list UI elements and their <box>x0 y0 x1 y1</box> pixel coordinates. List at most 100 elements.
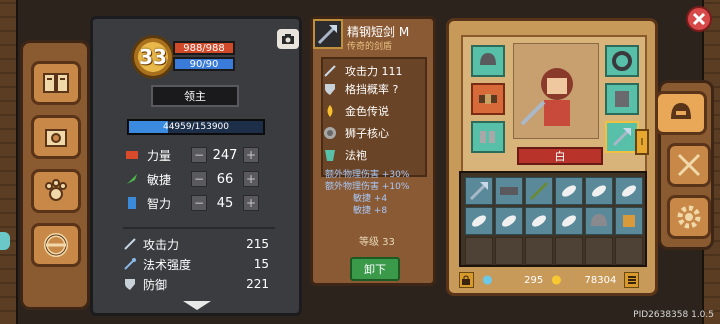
armor-icon <box>615 91 629 107</box>
inventory-slot[interactable] <box>525 207 553 235</box>
inventory-slot-empty[interactable] <box>465 237 493 265</box>
equip-slot-weapon[interactable] <box>605 121 639 153</box>
inventory-slot[interactable] <box>585 177 613 205</box>
stat-label: 攻击力 <box>143 237 180 252</box>
inventory-slot[interactable] <box>495 177 523 205</box>
right-tab-column <box>655 80 714 250</box>
divider <box>123 227 275 229</box>
inventory-slot-empty[interactable] <box>555 237 583 265</box>
inventory-slot[interactable] <box>495 207 523 235</box>
character-stats-panel: 33 988/988 90/90 领主 44959/153900 力量 − 24… <box>90 16 302 316</box>
unequip-button[interactable]: 卸下 <box>350 257 400 281</box>
attribute-label: 敏捷 <box>147 172 172 187</box>
stat-row-spell-power: 法术强度 15 <box>123 255 273 273</box>
book-icon <box>43 73 69 93</box>
tab-book[interactable] <box>31 61 81 105</box>
strength-plus-button[interactable]: + <box>243 147 259 163</box>
crossbow-icon <box>529 181 549 201</box>
intelligence-plus-button[interactable]: + <box>243 195 259 211</box>
hp-bar: 988/988 <box>173 41 235 55</box>
item-bonus: 敏捷 +8 <box>353 206 388 216</box>
tab-equipment[interactable] <box>655 91 707 135</box>
attribute-row-strength: 力量 − 247 + <box>125 145 265 165</box>
feather-icon <box>127 174 137 184</box>
attribute-row-agility: 敏捷 − 66 + <box>125 169 265 189</box>
equip-slot-boots[interactable] <box>471 121 505 153</box>
feather-icon <box>472 215 486 227</box>
sort-icon <box>627 276 636 284</box>
stat-value: 215 <box>246 237 269 251</box>
inventory-slot[interactable] <box>555 207 583 235</box>
inventory-slot[interactable] <box>555 177 583 205</box>
axe-icon <box>469 182 488 201</box>
helmet-icon <box>591 214 607 226</box>
helmet-icon <box>480 53 496 65</box>
wood-frame-left <box>0 0 18 324</box>
item-grade: 等级 33 <box>359 237 395 248</box>
agility-plus-button[interactable]: + <box>243 171 259 187</box>
gold-coin-icon <box>552 275 562 285</box>
build-id: PID2638358 1.0.5 <box>633 310 714 320</box>
hp-value: 988/988 <box>183 42 225 54</box>
attribute-value: 247 <box>212 147 238 163</box>
mp-bar: 90/90 <box>173 57 235 71</box>
gauntlet-icon <box>623 215 635 227</box>
lock-button[interactable] <box>459 272 474 288</box>
sword-icon <box>124 238 136 250</box>
page-marker[interactable]: I <box>635 129 649 155</box>
equip-slot-armor[interactable] <box>605 83 639 115</box>
screenshot-button[interactable] <box>277 29 299 49</box>
side-drawer-handle[interactable] <box>0 232 10 250</box>
attribute-row-intelligence: 智力 − 45 + <box>125 193 265 213</box>
tab-skills[interactable] <box>667 143 711 187</box>
tab-vehicle[interactable] <box>31 223 81 267</box>
stat-row-attack: 攻击力 215 <box>123 235 273 253</box>
item-component-lion: 狮子核心 <box>323 125 389 141</box>
tab-pets[interactable] <box>31 169 81 213</box>
axe-icon <box>612 128 631 147</box>
sort-button[interactable] <box>624 272 640 288</box>
inventory-slot[interactable] <box>525 177 553 205</box>
strength-minus-button[interactable]: − <box>191 147 207 163</box>
item-icon-frame <box>313 19 343 49</box>
steering-wheel-icon <box>44 233 68 257</box>
player-title: 领主 <box>151 85 239 107</box>
agility-minus-button[interactable]: − <box>191 171 207 187</box>
item-prop-attack: 攻击力 111 <box>323 63 403 79</box>
equip-slot-accessory[interactable] <box>605 45 639 77</box>
attribute-value: 66 <box>216 171 234 187</box>
scroll-down-arrow-icon[interactable] <box>181 299 213 311</box>
character-portrait <box>513 43 599 139</box>
feather-icon <box>562 215 576 227</box>
robe-icon <box>325 150 335 161</box>
inventory-slot-empty[interactable] <box>585 237 613 265</box>
feather-icon <box>532 215 546 227</box>
intelligence-minus-button[interactable]: − <box>191 195 207 211</box>
inventory-slot[interactable] <box>465 207 493 235</box>
item-name: 精钢短剑 M <box>347 25 410 39</box>
feather-icon <box>592 185 606 197</box>
exit-button[interactable] <box>686 6 712 32</box>
inventory-slot-empty[interactable] <box>615 237 643 265</box>
item-component-gold: 金色传说 <box>323 103 389 119</box>
inventory-slot[interactable] <box>615 207 643 235</box>
inventory-slot[interactable] <box>585 207 613 235</box>
attribute-value: 45 <box>216 195 234 211</box>
tab-crafting[interactable] <box>31 115 81 159</box>
currency-bar: 295 78304 <box>459 269 647 291</box>
lion-head-icon <box>324 127 336 139</box>
stat-value: 15 <box>253 257 269 271</box>
equip-slot-helmet[interactable] <box>471 45 505 77</box>
character-name: 白 <box>517 147 603 165</box>
inventory-slot-empty[interactable] <box>495 237 523 265</box>
exp-text: 44959/153900 <box>162 122 230 132</box>
character-sprite-icon <box>520 68 573 126</box>
item-detail-panel: 精钢短剑 M 传奇的剑盾 攻击力 111 格挡概率 ? 金色传说 狮子核心 法袍… <box>310 16 436 286</box>
inventory-slot[interactable] <box>615 177 643 205</box>
equip-slot-belt[interactable] <box>471 83 505 115</box>
inventory-slot-empty[interactable] <box>525 237 553 265</box>
equipment-panel: 白 I 295 78304 <box>446 18 658 296</box>
exp-bar: 44959/153900 <box>127 119 265 135</box>
inventory-slot[interactable] <box>465 177 493 205</box>
tab-settings[interactable] <box>667 195 711 239</box>
